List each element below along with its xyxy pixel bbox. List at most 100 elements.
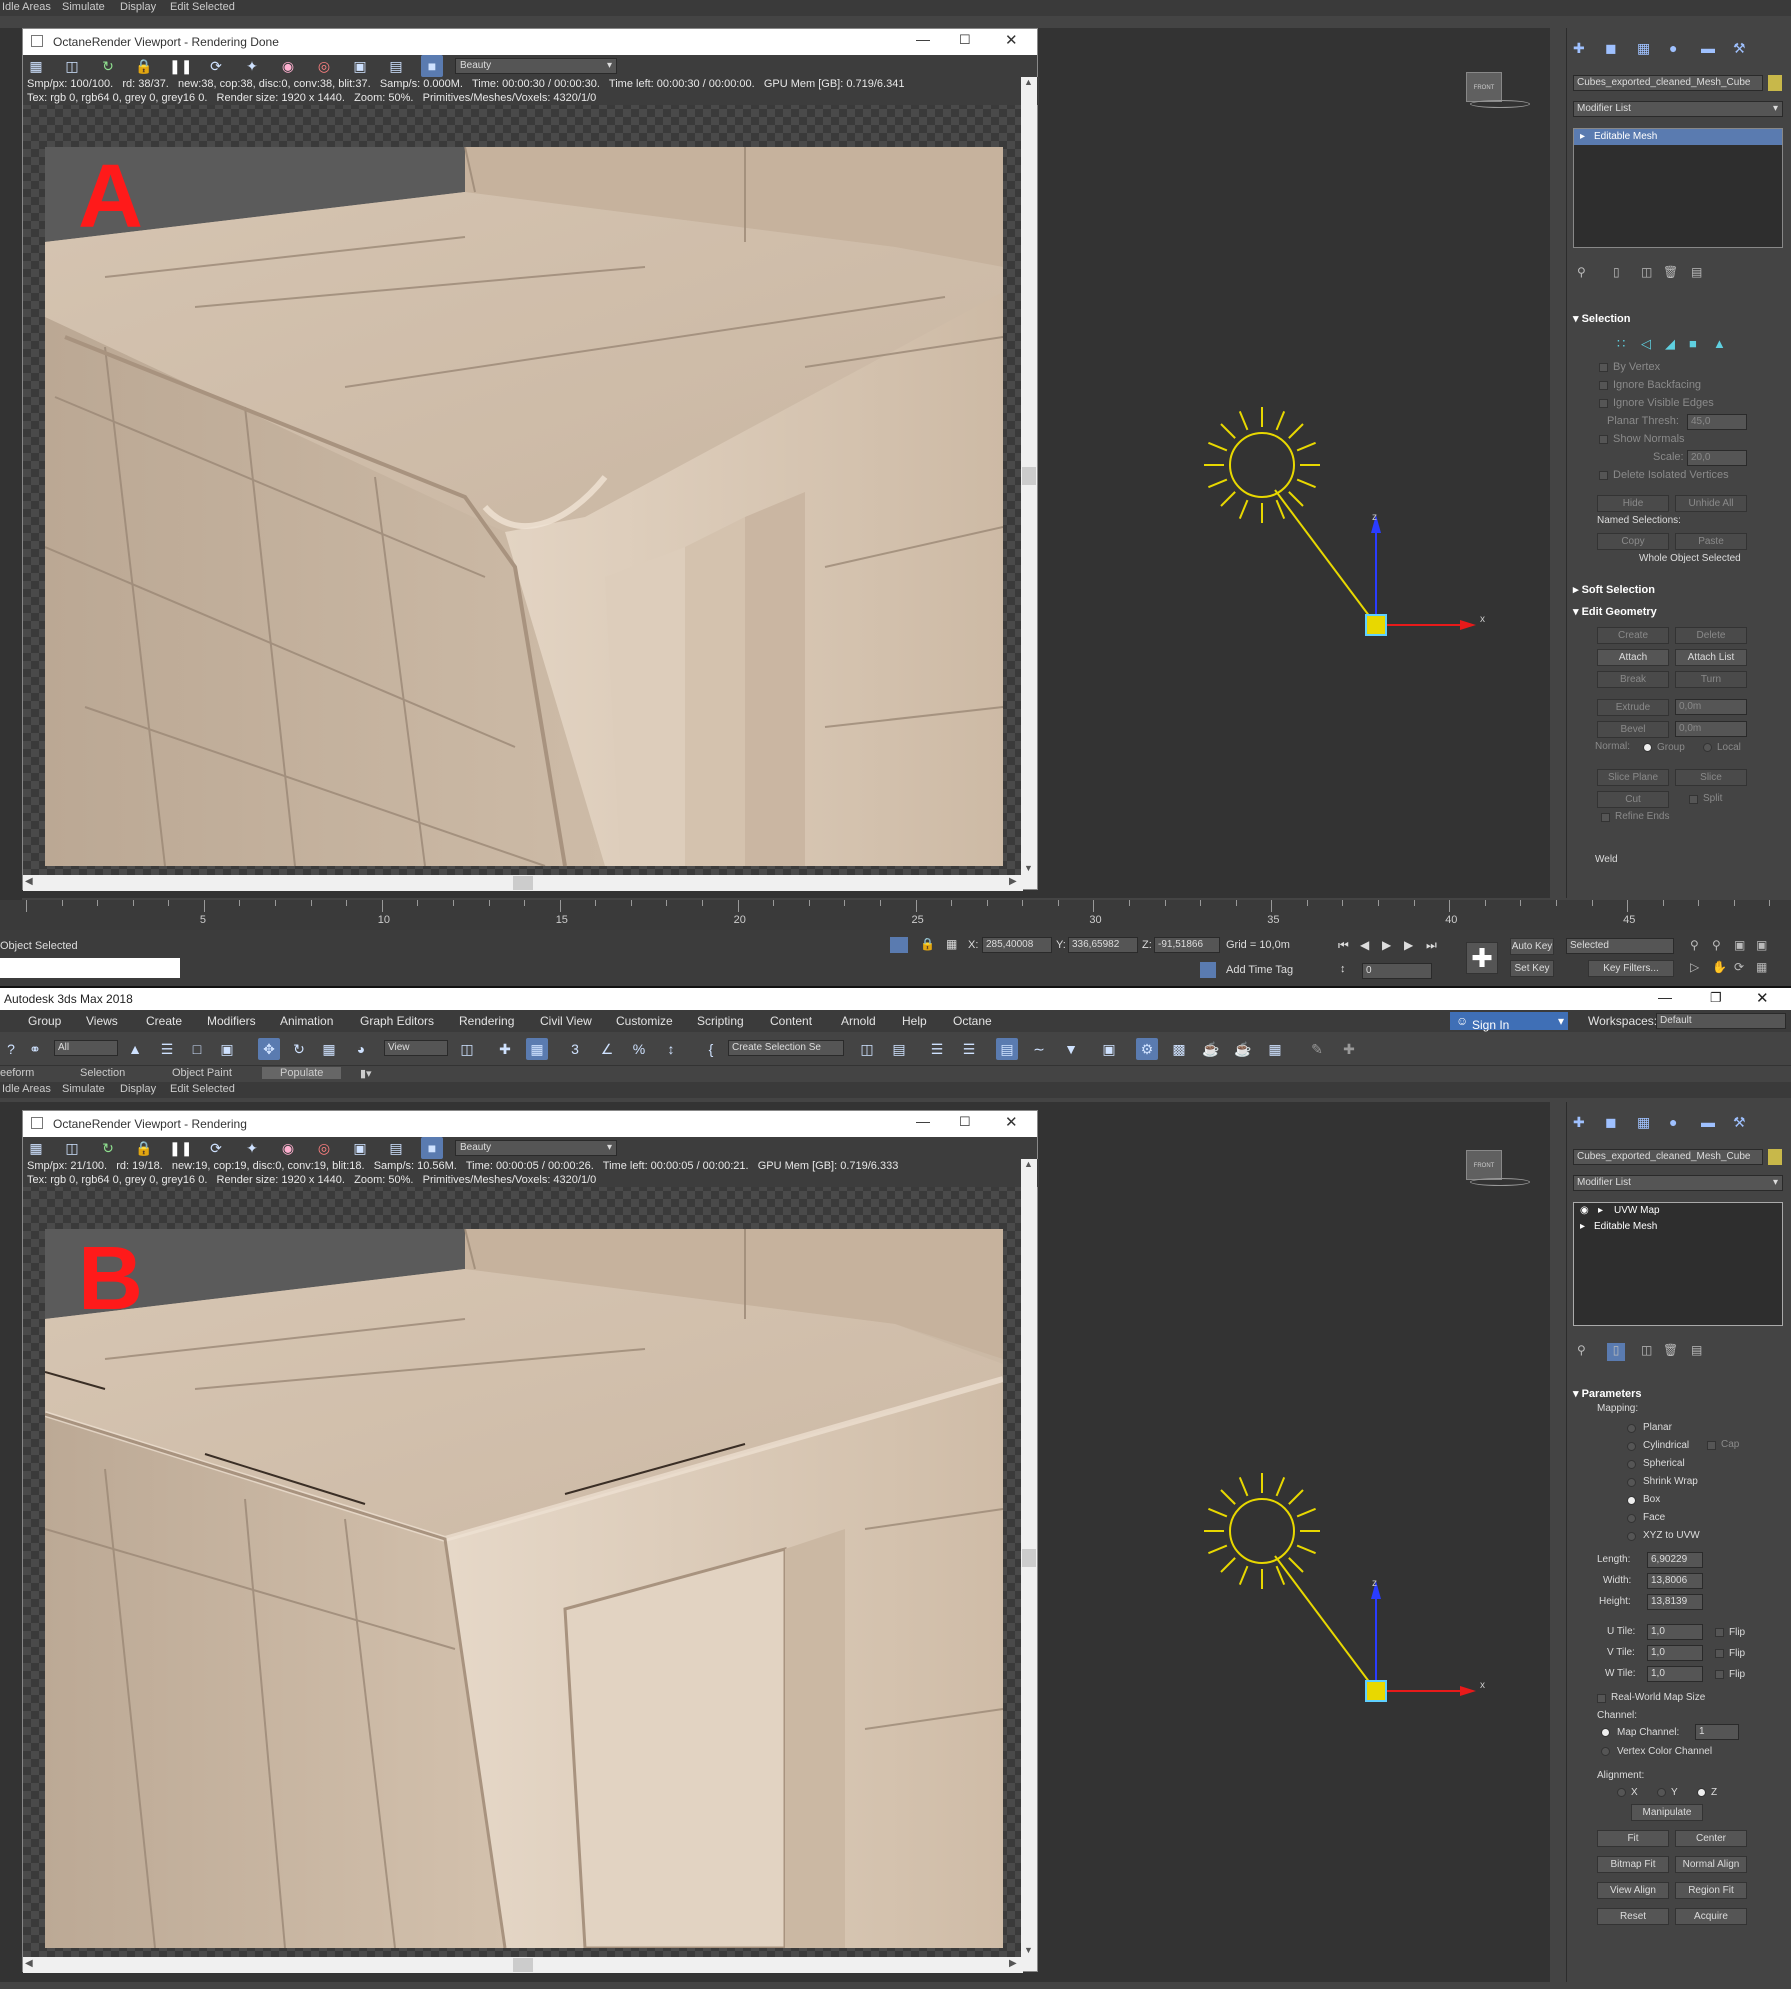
expand-icon[interactable]: ▸ [1580,1219,1585,1235]
object-picker-icon[interactable]: ◎ [313,1137,335,1159]
mapping-radio[interactable] [1627,1514,1636,1523]
region-icon[interactable]: ▣ [349,1137,371,1159]
extrude-spinner[interactable]: 0,0m [1675,699,1747,715]
restart-icon[interactable]: ↻ [97,55,119,77]
width-spinner[interactable]: 13,8006 [1647,1573,1703,1589]
slice-button[interactable]: Slice [1675,769,1747,786]
menu-modifiers[interactable]: Modifiers [207,1014,256,1028]
length-spinner[interactable]: 6,90229 [1647,1552,1703,1568]
rollout-edit-geometry-header[interactable]: ▾ Edit Geometry [1573,603,1783,621]
viewcube-ring[interactable] [1470,100,1530,108]
v-tile-spinner[interactable]: 1,0 [1647,1645,1703,1661]
motion-tab-icon[interactable]: ● [1669,40,1677,56]
menu-help[interactable]: Help [902,1014,927,1028]
subtab-simulate[interactable]: Simulate [62,1083,105,1095]
expand-icon[interactable]: ▸ [1580,129,1585,145]
mapping-radio[interactable] [1627,1532,1636,1541]
timeline-ruler[interactable]: 5101520253035404550556065707580859095100 [0,900,1791,930]
menu-create[interactable]: Create [146,1014,182,1028]
export-icon[interactable]: ◫ [61,55,83,77]
time-slider[interactable]: 5101520253035404550556065707580859095100 [0,900,1791,930]
percent-snap-icon[interactable]: % [628,1038,650,1060]
bevel-button[interactable]: Bevel [1597,721,1669,738]
go-to-start-icon[interactable]: ⏮ [1338,938,1349,953]
reset-button[interactable]: Reset [1597,1908,1669,1925]
pan-icon[interactable]: ✋ [1712,960,1727,974]
menu-views[interactable]: Views [86,1014,118,1028]
render-pass-select[interactable]: Beauty ▾ [455,1140,617,1156]
material-picker-icon[interactable]: ◉ [277,55,299,77]
hierarchy-tab-icon[interactable]: ▦ [1637,1114,1650,1131]
configure-sets-icon[interactable]: ▤ [1691,265,1702,279]
delete-button[interactable]: Delete [1675,627,1747,644]
make-unique-icon[interactable]: ◫ [1641,1343,1652,1357]
selection-filter-dropdown[interactable]: All [54,1040,118,1056]
subtab-simulate[interactable]: Simulate [62,1,105,13]
render-iterative-icon[interactable]: ☕ [1232,1038,1254,1060]
utilities-tab-icon[interactable]: ⚒ [1733,40,1746,57]
zoom-extents-icon[interactable]: ▣ [1734,938,1745,952]
pin-stack-icon[interactable]: ⚲ [1577,265,1586,279]
modifier-list-dropdown[interactable]: Modifier List ▾ [1573,101,1783,117]
object-name-field[interactable]: Cubes_exported_cleaned_Mesh_Cube [1573,1149,1763,1165]
show-normals-checkbox[interactable] [1599,435,1608,444]
minimize-icon[interactable]: — [916,1113,930,1129]
save-render-icon[interactable]: ▦ [25,55,47,77]
hierarchy-tab-icon[interactable]: ▦ [1637,40,1650,57]
make-unique-icon[interactable]: ◫ [1641,265,1652,279]
eye-icon[interactable]: ◉ [1580,1203,1589,1219]
sun-light-gizmo[interactable]: x z [1180,390,1500,650]
close-icon[interactable]: ✕ [1005,1113,1018,1131]
menu-content[interactable]: Content [770,1014,812,1028]
refresh-icon[interactable]: ⟳ [205,55,227,77]
zoom-all-icon[interactable]: ⚲ [1712,938,1721,952]
maximize-viewport-icon[interactable]: ▦ [1756,960,1767,974]
region-fit-button[interactable]: Region Fit [1675,1882,1747,1899]
align-z-radio[interactable] [1697,1788,1706,1797]
remove-modifier-icon[interactable]: 🗑 [1663,1343,1678,1357]
octane-settings-icon[interactable]: ▦ [1264,1038,1286,1060]
absolute-mode-icon[interactable]: ▦ [946,937,957,951]
normal-align-button[interactable]: Normal Align [1675,1856,1747,1873]
remove-modifier-icon[interactable]: 🗑 [1663,265,1678,279]
object-color-swatch[interactable] [1768,75,1782,91]
menu-octane[interactable]: Octane [953,1014,992,1028]
render-setup-icon[interactable]: ⚙ [1136,1038,1158,1060]
map-channel-radio[interactable] [1601,1728,1610,1737]
subtab-display[interactable]: Display [120,1083,156,1095]
mapping-radio[interactable] [1627,1460,1636,1469]
normal-local-radio[interactable] [1703,743,1712,752]
subtab-display[interactable]: Display [120,1,156,13]
refresh-icon[interactable]: ⟳ [205,1137,227,1159]
close-icon[interactable]: ✕ [1756,989,1769,1007]
create-tab-icon[interactable]: ✚ [1573,1114,1585,1131]
edge-mode-icon[interactable]: ◁ [1641,336,1651,352]
acquire-button[interactable]: Acquire [1675,1908,1747,1925]
sun-light-gizmo[interactable]: x z [1180,1456,1500,1716]
split-checkbox[interactable] [1689,795,1698,804]
scroll-down-icon[interactable]: ▼ [1024,863,1033,873]
reference-coord-dropdown[interactable]: View [384,1040,448,1056]
vertex-mode-icon[interactable]: ∷ [1617,336,1625,352]
copy-button[interactable]: Copy [1597,533,1669,550]
viewport-sync-icon[interactable]: ■ [421,55,443,77]
snap-toggle-icon[interactable]: ▦ [526,1038,548,1060]
ignore-backfacing-checkbox[interactable] [1599,381,1608,390]
ribbon-tab-freeform[interactable]: eeform [0,1067,34,1079]
isolate-icon[interactable] [890,937,908,953]
pause-icon[interactable]: ❚❚ [169,1137,192,1159]
fit-button[interactable]: Fit [1597,1830,1669,1847]
restore-icon[interactable]: ❐ [1710,990,1722,1006]
cut-button[interactable]: Cut [1597,791,1669,808]
orbit-icon[interactable]: ⟳ [1734,960,1744,974]
scroll-left-icon[interactable]: ◀ [25,1958,33,1969]
named-selection-dropdown[interactable]: Create Selection Se [728,1040,844,1056]
object-name-field[interactable]: Cubes_exported_cleaned_Mesh_Cube [1573,75,1763,91]
stack-item-uvw-map[interactable]: ◉ ▸ UVW Map [1574,1203,1782,1219]
polygon-mode-icon[interactable]: ■ [1689,336,1697,351]
lock-icon[interactable]: 🔒 [133,55,155,77]
scene-explorer-icon[interactable]: ☰ [926,1038,948,1060]
subtab-idle-areas[interactable]: Idle Areas [2,1083,51,1095]
modify-tab-icon[interactable]: ◼ [1605,1114,1617,1131]
viewcube[interactable]: FRONT [1466,1150,1502,1180]
